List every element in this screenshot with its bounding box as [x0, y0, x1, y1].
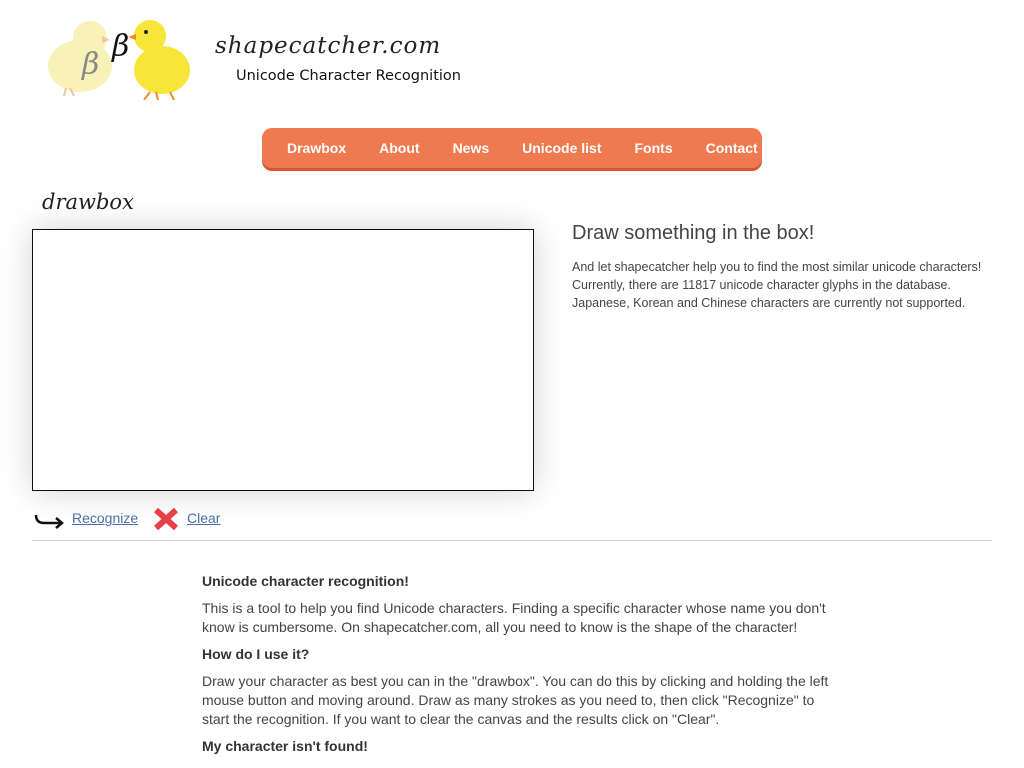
return-arrow-icon[interactable] [34, 506, 66, 532]
section-divider [32, 540, 992, 541]
drawbox-title: drawbox [42, 190, 134, 214]
site-name[interactable]: shapecatcher.com [215, 33, 441, 59]
clear-link[interactable]: Clear [187, 510, 220, 526]
drawbox-canvas[interactable] [32, 229, 534, 491]
info-line: Currently, there are 11817 unicode chara… [572, 278, 951, 292]
clear-x-icon[interactable] [152, 506, 180, 532]
info-text: And let shapecatcher help you to find th… [572, 258, 982, 312]
article-heading: My character isn't found! [202, 738, 368, 754]
info-line: Japanese, Korean and Chinese characters … [572, 296, 966, 310]
nav-item-news[interactable]: News [453, 140, 490, 156]
logo-glyph-left: β [81, 47, 99, 82]
recognize-link[interactable]: Recognize [72, 510, 138, 526]
nav-item-unicode-list[interactable]: Unicode list [522, 140, 601, 156]
page: β β shapecatcher.com Unicode Character R… [0, 0, 1024, 768]
logo-glyph-right: β [111, 29, 129, 64]
pale-chick-icon [48, 21, 112, 97]
main-nav: Drawbox About News Unicode list Fonts Co… [262, 128, 762, 168]
chicks-logo[interactable]: β β [44, 14, 194, 100]
article-heading: How do I use it? [202, 646, 310, 662]
drawbox-container [32, 229, 534, 491]
article-heading: Unicode character recognition! [202, 573, 409, 589]
intro-article: Unicode character recognition! This is a… [202, 572, 832, 764]
nav-item-about[interactable]: About [379, 140, 419, 156]
site-tagline: Unicode Character Recognition [236, 68, 461, 84]
nav-item-fonts[interactable]: Fonts [635, 140, 673, 156]
yellow-chick-icon [128, 20, 190, 100]
info-line: And let shapecatcher help you to find th… [572, 260, 982, 274]
article-paragraph: This is a tool to help you find Unicode … [202, 600, 826, 635]
nav-item-contact[interactable]: Contact [706, 140, 758, 156]
nav-item-drawbox[interactable]: Drawbox [287, 140, 346, 156]
article-paragraph: Draw your character as best you can in t… [202, 673, 829, 727]
info-heading: Draw something in the box! [572, 222, 815, 244]
